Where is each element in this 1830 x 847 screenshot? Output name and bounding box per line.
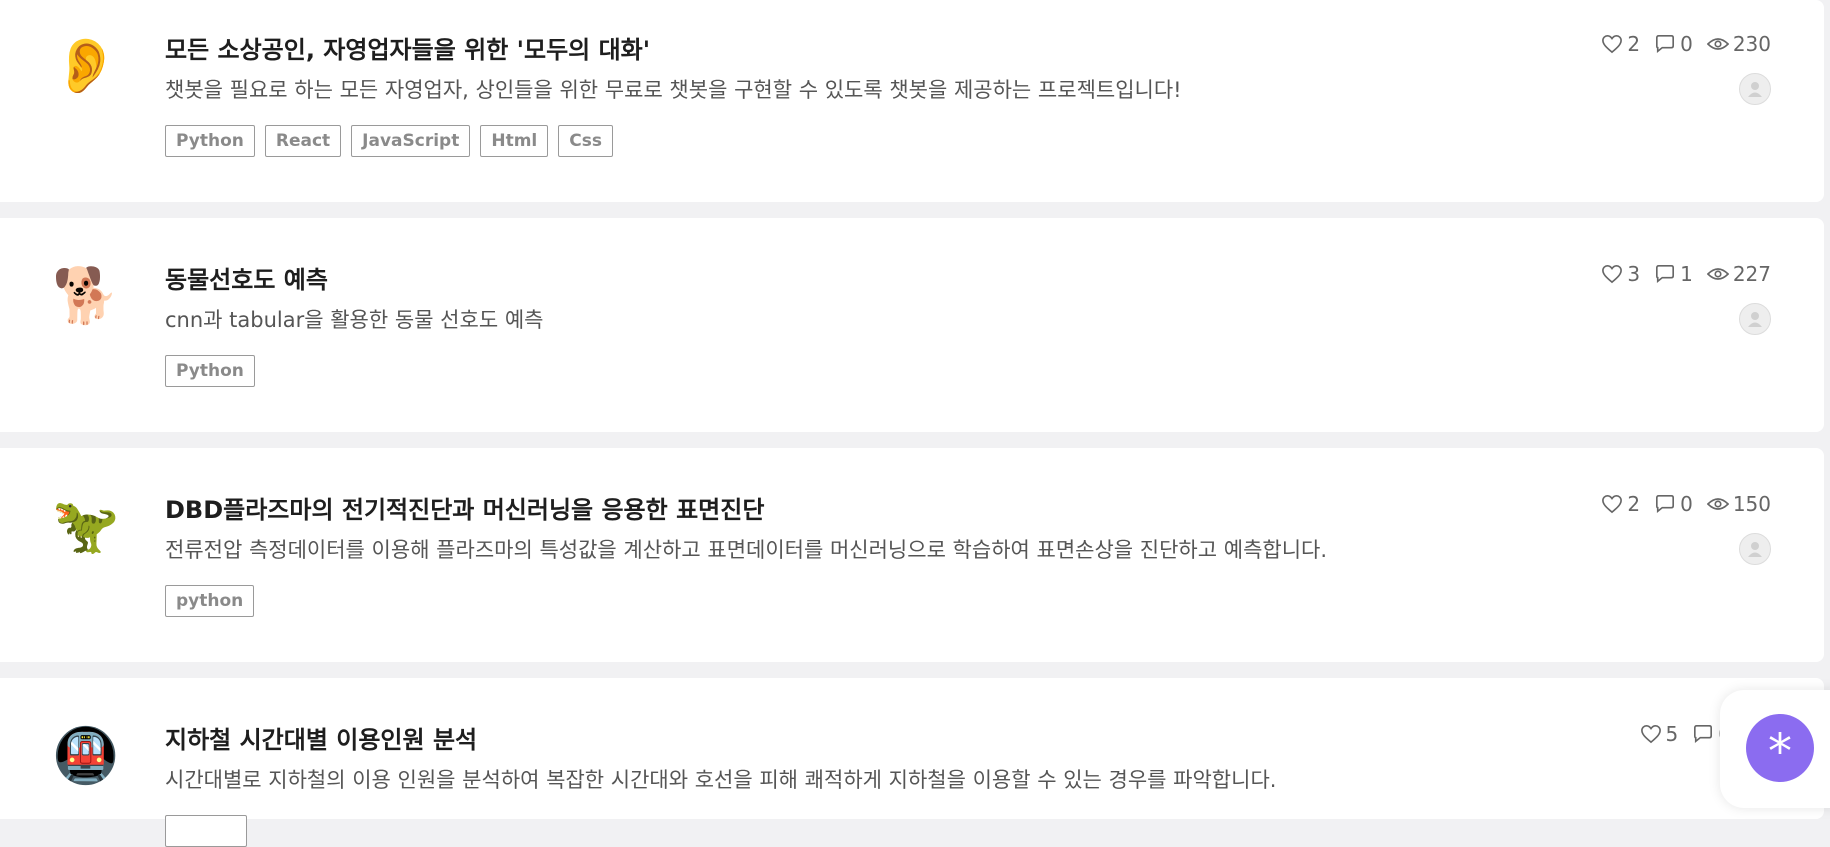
- project-card[interactable]: 🐕 동물선호도 예측 cnn과 tabular을 활용한 동물 선호도 예측 P…: [0, 218, 1824, 432]
- like-count: 2: [1627, 492, 1641, 516]
- heart-icon: [1602, 34, 1623, 54]
- comment-icon: [1656, 495, 1675, 513]
- project-card[interactable]: 🦖 DBD플라즈마의 전기적진단과 머신러닝을 응용한 표면진단 전류전압 측정…: [0, 448, 1824, 662]
- dinosaur-emoji-icon: 🦖: [52, 494, 120, 557]
- comment-count: 0: [1680, 32, 1693, 56]
- project-title[interactable]: 모든 소상공인, 자영업자들을 위한 '모두의 대화': [165, 30, 650, 65]
- project-description: 전류전압 측정데이터를 이용해 플라즈마의 특성값을 계산하고 표면데이터를 머…: [165, 538, 1328, 562]
- comment-count: 1: [1680, 262, 1693, 286]
- tag-list: Python: [165, 355, 255, 387]
- tag[interactable]: Python: [165, 125, 255, 157]
- like-stat[interactable]: 2: [1601, 492, 1640, 516]
- view-stat: 227: [1706, 262, 1771, 286]
- project-card[interactable]: 👂 모든 소상공인, 자영업자들을 위한 '모두의 대화' 챗봇을 필요로 하는…: [0, 0, 1824, 202]
- view-count: 150: [1732, 492, 1771, 516]
- tag[interactable]: [165, 815, 247, 847]
- user-icon: [1748, 82, 1762, 97]
- avatar[interactable]: [1739, 533, 1771, 565]
- tag-list: python: [165, 585, 255, 617]
- view-stat: 150: [1706, 492, 1771, 516]
- comment-stat[interactable]: 0: [1654, 32, 1693, 56]
- metro-emoji-icon: 🚇: [52, 724, 120, 787]
- tag[interactable]: React: [264, 125, 342, 157]
- comment-stat[interactable]: 0: [1654, 492, 1693, 516]
- project-title[interactable]: 동물선호도 예측: [165, 260, 328, 295]
- eye-icon: [1706, 268, 1729, 280]
- tag-list: [165, 815, 247, 847]
- avatar[interactable]: [1739, 303, 1771, 335]
- avatar[interactable]: [1739, 73, 1771, 105]
- comment-icon: [1656, 35, 1675, 53]
- tag[interactable]: python: [165, 585, 255, 617]
- asterisk-fab-button[interactable]: *: [1746, 714, 1814, 782]
- comment-icon: [1656, 265, 1675, 283]
- tag[interactable]: Python: [165, 355, 255, 387]
- comment-stat[interactable]: 1: [1654, 262, 1693, 286]
- project-stats: 2 0 150: [1601, 492, 1771, 516]
- like-stat[interactable]: 2: [1601, 32, 1640, 56]
- user-icon: [1748, 542, 1762, 557]
- project-title[interactable]: DBD플라즈마의 전기적진단과 머신러닝을 응용한 표면진단: [165, 490, 764, 525]
- tag[interactable]: Html: [480, 125, 549, 157]
- project-title[interactable]: 지하철 시간대별 이용인원 분석: [165, 720, 477, 755]
- dog-emoji-icon: 🐕: [52, 264, 120, 327]
- project-description: 시간대별로 지하철의 이용 인원을 분석하여 복잡한 시간대와 호선을 피해 쾌…: [165, 768, 1277, 792]
- tag-list: Python React JavaScript Html Css: [165, 125, 613, 157]
- tag[interactable]: Css: [558, 125, 613, 157]
- like-stat[interactable]: 3: [1601, 262, 1640, 286]
- project-description: 챗봇을 필요로 하는 모든 자영업자, 상인들을 위한 무료로 챗봇을 구현할 …: [165, 78, 1182, 102]
- tag[interactable]: JavaScript: [351, 125, 471, 157]
- asterisk-icon: *: [1768, 724, 1792, 780]
- project-stats: 3 1 227: [1601, 262, 1771, 286]
- heart-icon: [1640, 724, 1661, 744]
- heart-icon: [1602, 494, 1623, 514]
- view-count: 230: [1732, 32, 1771, 56]
- comment-count: 0: [1680, 492, 1693, 516]
- like-count: 2: [1627, 32, 1641, 56]
- like-stat[interactable]: 5: [1640, 722, 1679, 746]
- heart-icon: [1602, 264, 1623, 284]
- project-stats: 2 0 230: [1601, 32, 1771, 56]
- project-description: cnn과 tabular을 활용한 동물 선호도 예측: [165, 308, 544, 332]
- eye-icon: [1706, 498, 1729, 510]
- comment-icon: [1694, 725, 1713, 743]
- view-stat: 230: [1706, 32, 1771, 56]
- project-card[interactable]: 🚇 지하철 시간대별 이용인원 분석 시간대별로 지하철의 이용 인원을 분석하…: [0, 678, 1824, 847]
- ear-emoji-icon: 👂: [52, 34, 120, 97]
- like-count: 3: [1627, 262, 1641, 286]
- eye-icon: [1706, 38, 1729, 50]
- like-count: 5: [1665, 722, 1679, 746]
- view-count: 227: [1732, 262, 1771, 286]
- fab-container: *: [1720, 690, 1830, 808]
- user-icon: [1748, 312, 1762, 327]
